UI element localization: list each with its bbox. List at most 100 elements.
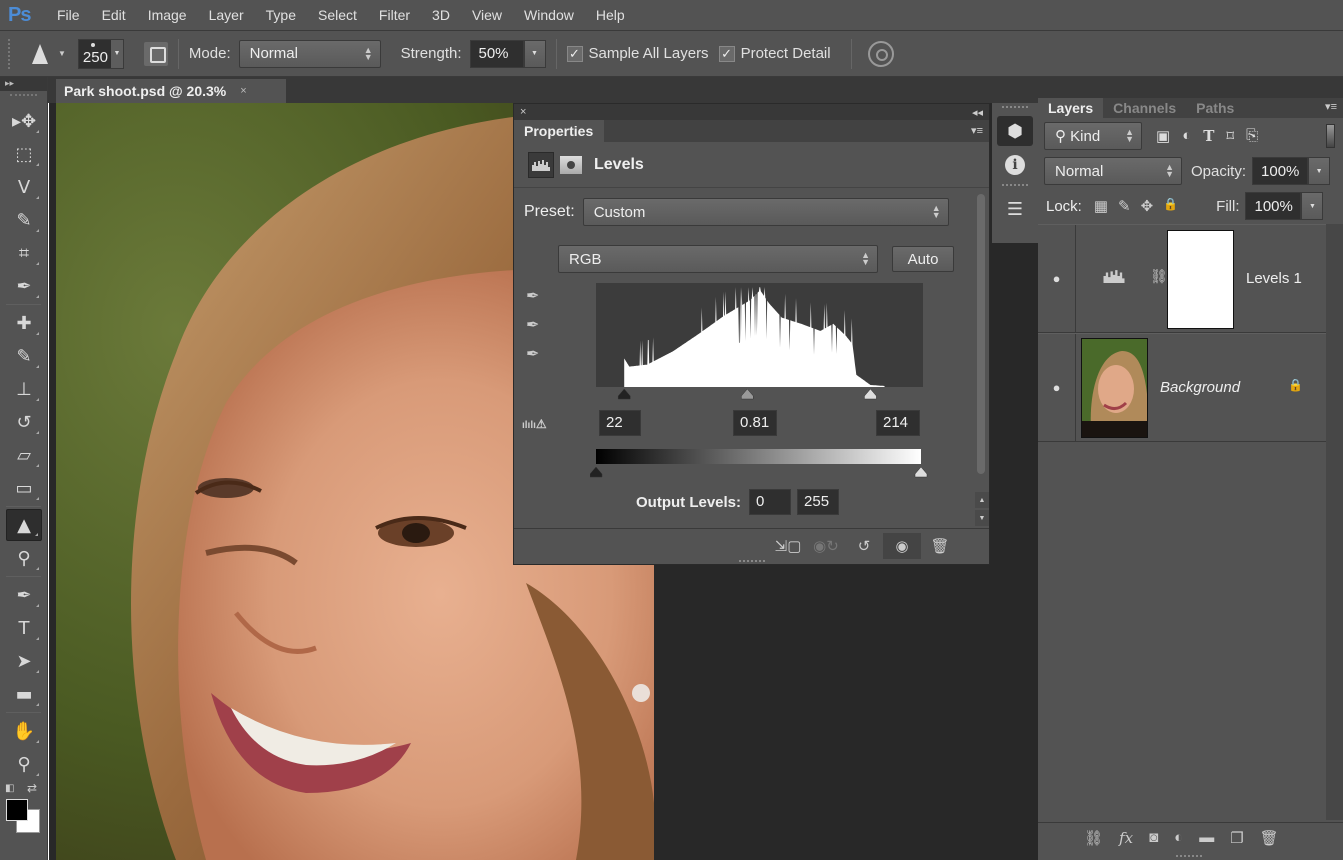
tab-channels[interactable]: Channels [1103,98,1186,118]
opacity-slider-button[interactable]: ▼ [1308,157,1331,185]
crop-tool-icon[interactable]: ⌗ [6,237,42,269]
menu-type[interactable]: Type [255,7,307,23]
shape-layer-filter-icon[interactable]: ⌑ [1226,127,1234,145]
move-tool-icon[interactable]: ▸✥ [6,105,42,137]
default-colors-icon[interactable]: ◧ [5,783,14,794]
panel-resize-grip[interactable] [1176,855,1202,857]
properties-scrollbar[interactable]: ▲ ▼ [975,194,989,529]
input-white-slider-handle[interactable] [864,388,877,400]
close-icon[interactable]: × [520,106,526,118]
layer-thumbnail[interactable] [1081,338,1148,438]
input-black-slider-handle[interactable] [617,388,631,400]
fill-slider-button[interactable]: ▼ [1301,192,1324,220]
visibility-icon[interactable]: ◉ [883,533,921,559]
sharpen-tool-icon[interactable]: ▲ [6,509,42,541]
mode-select[interactable]: Normal ▲ ▼ [238,39,381,68]
toolbox-grip[interactable] [10,94,37,102]
panel-menu-icon[interactable]: ▾≡ [1325,100,1337,113]
eyedropper-tool-icon[interactable]: ✒ [6,270,42,302]
strength-slider-button[interactable]: ▼ [523,39,546,68]
pressure-for-strength-icon[interactable] [867,40,894,67]
marquee-tool-icon[interactable]: ⬚ [6,138,42,170]
visibility-eye-icon[interactable]: ● [1038,225,1076,332]
checkbox-checked[interactable]: ✓ [718,45,735,62]
calculate-histogram-warning-icon[interactable]: ılılı⚠ [522,417,547,431]
zoom-tool-icon[interactable]: ⚲ [6,748,42,780]
properties-titlebar[interactable]: × ◂◂ [514,104,989,120]
new-adjustment-layer-icon[interactable]: ◐ [1174,829,1183,847]
output-white-field[interactable]: 255 [797,489,840,515]
pen-tool-icon[interactable]: ✒ [6,579,42,611]
info-icon[interactable]: i [997,150,1033,180]
panel-resize-grip[interactable] [739,560,765,562]
reset-icon[interactable]: ↺ [845,533,883,559]
new-group-folder-icon[interactable]: ▬ [1199,829,1214,847]
clip-to-layer-icon[interactable]: ⇲▢ [769,533,807,559]
dock-grip[interactable] [1002,184,1028,190]
gradient-tool-icon[interactable]: ▭ [6,472,42,504]
blend-mode-select[interactable]: Normal ▲ ▼ [1044,157,1182,185]
input-black-field[interactable]: 22 [599,410,641,436]
input-gamma-field[interactable]: 0.81 [733,410,777,436]
menu-3d[interactable]: 3D [421,7,461,23]
3d-panel-icon[interactable]: ⬢ [997,116,1033,146]
tab-properties[interactable]: Properties [514,120,604,142]
auto-button[interactable]: Auto [892,246,954,272]
add-mask-icon[interactable]: ◙ [1149,829,1158,847]
brush-panel-toggle-button[interactable] [143,41,168,66]
lock-transparency-icon[interactable]: ▦ [1094,197,1108,215]
layer-style-fx-icon[interactable]: fx [1119,829,1133,847]
white-point-eyedropper-icon[interactable]: ✒ [526,344,546,364]
brush-size-picker[interactable]: 250 ▼ [77,38,124,69]
channel-select[interactable]: RGB ▲ ▼ [558,245,878,273]
quick-selection-tool-icon[interactable]: ✎ [6,204,42,236]
mask-link-icon[interactable]: ⛓ [1150,268,1168,285]
rectangle-tool-icon[interactable]: ▬ [6,678,42,710]
eraser-tool-icon[interactable]: ▱ [6,439,42,471]
protect-detail-checkbox[interactable]: ✓ Protect Detail [718,45,831,62]
collapse-icon[interactable]: ◂◂ [972,106,983,119]
toolbox-collapse-button[interactable]: ▸▸ [0,77,47,91]
clone-stamp-tool-icon[interactable]: ⊥ [6,373,42,405]
type-layer-filter-icon[interactable]: T [1203,127,1214,145]
visibility-eye-icon[interactable]: ● [1038,334,1076,441]
levels-adjustment-icon[interactable] [528,151,554,178]
dodge-tool-icon[interactable]: ⚲ [6,542,42,574]
history-brush-tool-icon[interactable]: ↺ [6,406,42,438]
scroll-down-arrow-icon[interactable]: ▼ [975,510,989,526]
output-levels-slider[interactable] [589,465,930,479]
brush-tool-icon[interactable]: ✎ [6,340,42,372]
input-gamma-slider-handle[interactable] [741,388,754,400]
layer-row-levels-1[interactable]: ● ⛓ Levels 1 [1038,224,1326,333]
menu-filter[interactable]: Filter [368,7,421,23]
tool-preset-picker[interactable]: ▼ [32,43,66,64]
options-bar-grip[interactable] [8,38,14,69]
checkbox-checked[interactable]: ✓ [566,45,583,62]
healing-brush-tool-icon[interactable]: ✚ [6,307,42,339]
dock-grip[interactable] [1002,106,1028,112]
opacity-input[interactable]: 100% [1252,157,1309,185]
panel-menu-icon[interactable]: ▾≡ [971,124,983,137]
output-black-field[interactable]: 0 [749,489,792,515]
fill-input[interactable]: 100% [1245,192,1302,220]
tab-paths[interactable]: Paths [1186,98,1244,118]
menu-layer[interactable]: Layer [198,7,255,23]
swap-colors-icon[interactable]: ⇄ [27,781,37,795]
layers-scrollbar[interactable] [1326,224,1343,820]
close-icon[interactable]: × [240,85,246,97]
scroll-up-arrow-icon[interactable]: ▲ [975,492,989,508]
document-tab[interactable]: Park shoot.psd @ 20.3% × [56,79,286,103]
pixel-layer-filter-icon[interactable]: ▣ [1156,127,1170,145]
layer-mask-thumbnail[interactable] [1167,230,1234,329]
menu-help[interactable]: Help [585,7,636,23]
lasso-tool-icon[interactable]: ᐯ [6,171,42,203]
layer-mask-icon[interactable] [560,155,582,174]
adjustment-layer-filter-icon[interactable]: ◐ [1182,127,1191,145]
menu-file[interactable]: File [46,7,91,23]
filter-toggle-switch[interactable] [1326,124,1335,148]
view-previous-state-icon[interactable]: ◉↻ [807,533,845,559]
output-white-slider-handle[interactable] [914,466,928,478]
hand-tool-icon[interactable]: ✋ [6,715,42,747]
sample-all-layers-checkbox[interactable]: ✓ Sample All Layers [566,45,709,62]
input-white-field[interactable]: 214 [876,410,920,436]
